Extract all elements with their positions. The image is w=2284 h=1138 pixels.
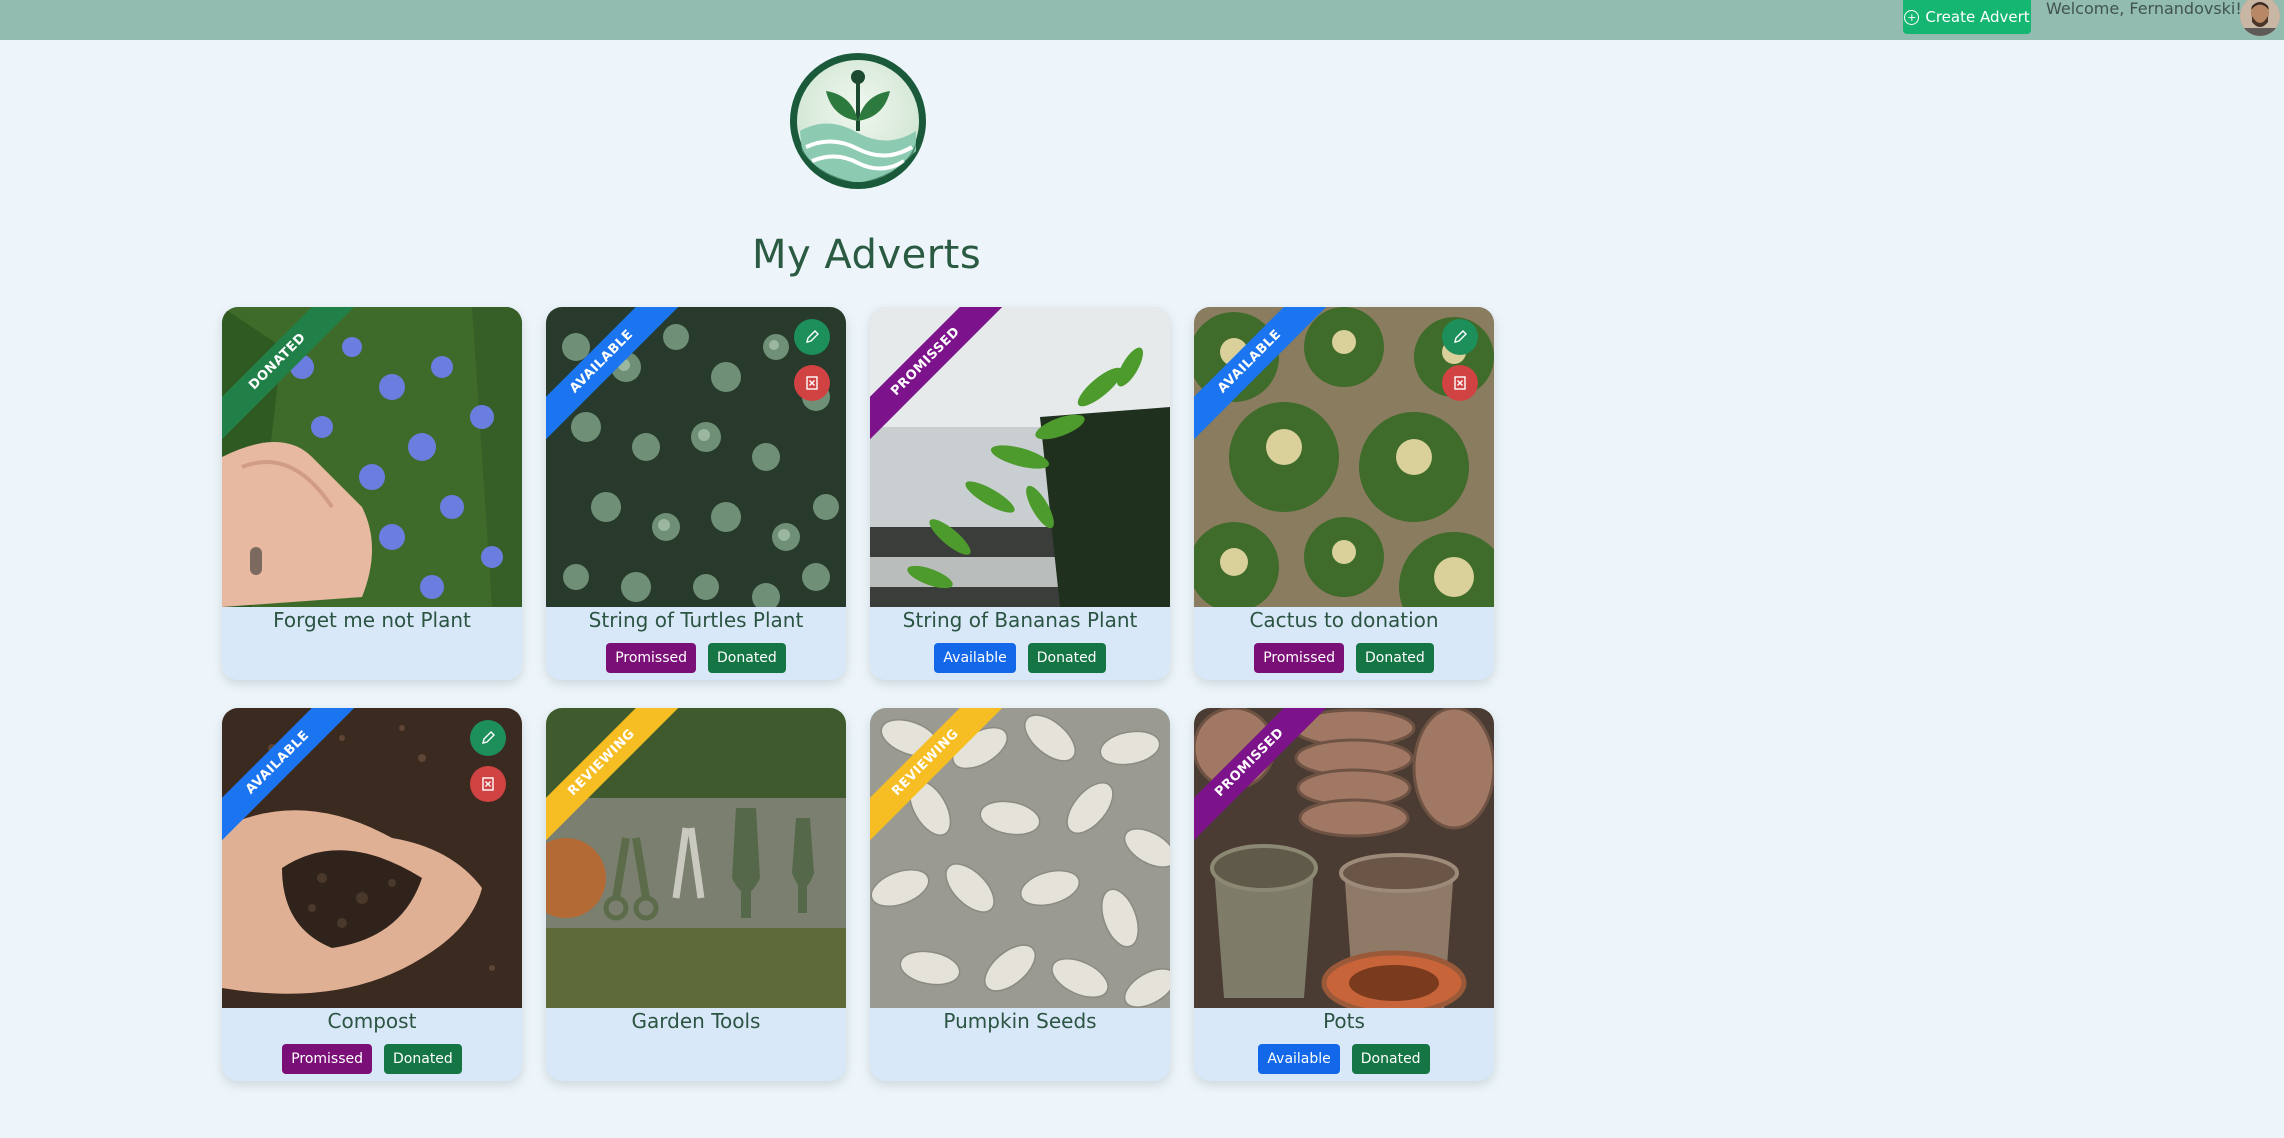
advert-title: Forget me not Plant bbox=[273, 608, 471, 632]
advert-title: String of Bananas Plant bbox=[902, 608, 1138, 632]
mark-donated-button[interactable]: Donated bbox=[384, 1044, 462, 1074]
mark-donated-button[interactable]: Donated bbox=[1351, 1044, 1430, 1074]
delete-advert-button[interactable] bbox=[470, 766, 506, 802]
mark-promissed-button[interactable]: Promissed bbox=[282, 1044, 373, 1074]
advert-card[interactable]: PROMISSED String of Bananas Plant Availa… bbox=[870, 307, 1170, 680]
advert-card[interactable]: PROMISSED Pots Available Donated bbox=[1194, 708, 1494, 1081]
advert-image bbox=[1194, 307, 1494, 607]
advert-image bbox=[870, 708, 1170, 1008]
create-advert-button[interactable]: + Create Advert bbox=[1903, 0, 2031, 34]
advert-image bbox=[222, 307, 522, 607]
edit-advert-button[interactable] bbox=[794, 319, 830, 355]
site-logo bbox=[788, 51, 928, 191]
edit-advert-button[interactable] bbox=[470, 720, 506, 756]
advert-card[interactable]: AVAILABLE String of Turtles Plant Promis… bbox=[546, 307, 846, 680]
page-title: My Adverts bbox=[752, 232, 982, 278]
mark-available-button[interactable]: Available bbox=[1258, 1044, 1340, 1074]
advert-card[interactable]: REVIEWING Garden Tools bbox=[546, 708, 846, 1081]
pencil-icon bbox=[1454, 330, 1467, 343]
advert-title: String of Turtles Plant bbox=[588, 608, 804, 632]
advert-card[interactable]: AVAILABLE Cactus to donation Promissed D… bbox=[1194, 307, 1494, 680]
welcome-text: Welcome, Fernandovski! bbox=[2046, 0, 2242, 18]
advert-image bbox=[546, 307, 846, 607]
advert-image bbox=[1194, 708, 1494, 1008]
delete-advert-button[interactable] bbox=[794, 365, 830, 401]
advert-image bbox=[546, 708, 846, 1008]
delete-icon bbox=[806, 376, 818, 390]
advert-card[interactable]: AVAILABLE Compost Promissed Donated bbox=[222, 708, 522, 1081]
delete-advert-button[interactable] bbox=[1442, 365, 1478, 401]
pencil-icon bbox=[806, 330, 819, 343]
delete-icon bbox=[1454, 376, 1466, 390]
create-advert-label: Create Advert bbox=[1925, 8, 2030, 26]
advert-title: Pots bbox=[1323, 1009, 1365, 1033]
mark-donated-button[interactable]: Donated bbox=[1356, 643, 1434, 673]
mark-promissed-button[interactable]: Promissed bbox=[1254, 643, 1345, 673]
mark-donated-button[interactable]: Donated bbox=[708, 643, 786, 673]
mark-available-button[interactable]: Available bbox=[934, 643, 1016, 673]
advert-card[interactable]: DONATED Forget me not Plant bbox=[222, 307, 522, 680]
advert-card[interactable]: REVIEWING Pumpkin Seeds bbox=[870, 708, 1170, 1081]
advert-image bbox=[870, 307, 1170, 607]
plus-circle-icon: + bbox=[1904, 9, 1920, 25]
delete-icon bbox=[482, 777, 494, 791]
advert-title: Pumpkin Seeds bbox=[943, 1009, 1097, 1033]
advert-title: Compost bbox=[327, 1009, 417, 1033]
pencil-icon bbox=[482, 731, 495, 744]
edit-advert-button[interactable] bbox=[1442, 319, 1478, 355]
mark-donated-button[interactable]: Donated bbox=[1027, 643, 1106, 673]
mark-promissed-button[interactable]: Promissed bbox=[606, 643, 697, 673]
advert-image bbox=[222, 708, 522, 1008]
advert-title: Cactus to donation bbox=[1249, 608, 1439, 632]
advert-title: Garden Tools bbox=[631, 1009, 761, 1033]
